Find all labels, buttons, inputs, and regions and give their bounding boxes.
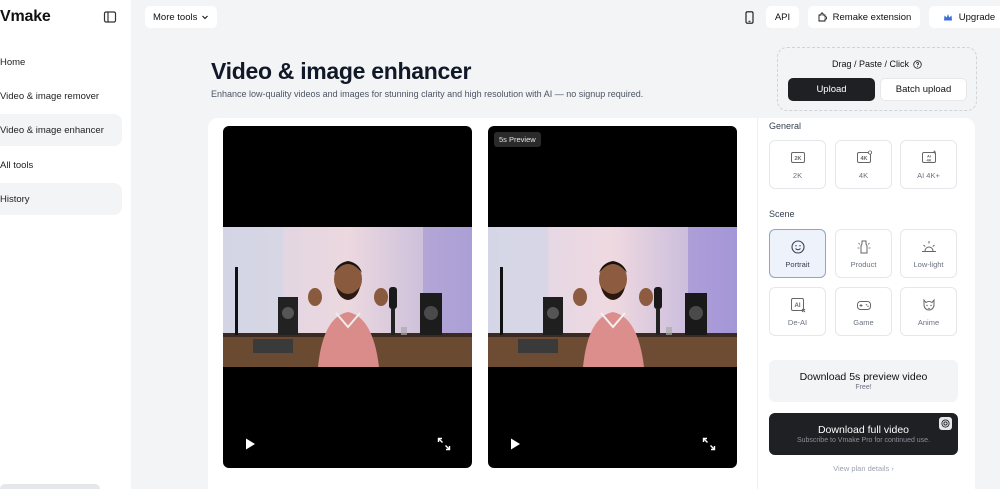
ai-4k-plus-icon: AI4K bbox=[921, 150, 936, 163]
option-low-light[interactable]: Low-light bbox=[900, 229, 957, 278]
sidebar-item-label: Video & image enhancer bbox=[0, 124, 104, 136]
puzzle-icon bbox=[818, 12, 827, 22]
general-section-label: General bbox=[769, 121, 802, 131]
remake-extension-label: Remake extension bbox=[832, 11, 912, 23]
option-portrait[interactable]: Portrait bbox=[769, 229, 826, 278]
chevron-down-icon bbox=[202, 15, 209, 20]
svg-text:AI: AI bbox=[794, 303, 800, 309]
upgrade-label: Upgrade bbox=[958, 11, 996, 23]
sidebar-item-label: History bbox=[0, 193, 30, 205]
original-video-player[interactable] bbox=[223, 126, 472, 468]
phone-icon bbox=[744, 10, 754, 24]
video-frame bbox=[488, 227, 737, 367]
download-preview-title: Download 5s preview video bbox=[799, 371, 928, 383]
option-label: Game bbox=[853, 317, 874, 327]
download-full-button[interactable]: Download full video Subscribe to Vmake P… bbox=[769, 413, 958, 455]
sidebar-item-home[interactable]: Home bbox=[0, 46, 122, 78]
4k-icon: 4K bbox=[856, 149, 872, 163]
mobile-app-button[interactable] bbox=[739, 6, 759, 28]
sidebar-item-enhancer[interactable]: Video & image enhancer bbox=[0, 114, 122, 146]
expand-icon[interactable] bbox=[702, 437, 716, 451]
option-2k[interactable]: 2K 2K bbox=[769, 140, 826, 189]
logo[interactable]: Vmake bbox=[0, 8, 51, 26]
api-label: API bbox=[774, 11, 791, 23]
option-label: 2K bbox=[792, 170, 803, 180]
more-tools-dropdown[interactable]: More tools bbox=[145, 6, 218, 28]
upload-hint-text: Drag / Paste / Click bbox=[831, 59, 910, 69]
page-subtitle: Enhance low-quality videos and images fo… bbox=[211, 89, 644, 99]
smiley-face-icon bbox=[790, 239, 805, 254]
more-tools-label: More tools bbox=[153, 11, 198, 23]
sidebar-item-label: All tools bbox=[0, 159, 34, 171]
api-button[interactable]: API bbox=[766, 6, 799, 28]
option-label: Product bbox=[850, 259, 877, 269]
upload-dropzone[interactable]: Drag / Paste / Click Upload Batch upload bbox=[777, 47, 977, 111]
option-anime[interactable]: Anime bbox=[900, 287, 957, 336]
pro-badge-icon bbox=[939, 417, 952, 430]
bottom-edge bbox=[0, 484, 100, 489]
download-preview-button[interactable]: Download 5s preview video Free! bbox=[769, 360, 958, 402]
upgrade-button[interactable]: Upgrade bbox=[929, 6, 1000, 28]
sidebar-item-label: Video & image remover bbox=[0, 90, 100, 102]
video-frame bbox=[223, 227, 472, 367]
upload-hint: Drag / Paste / Click bbox=[778, 59, 976, 69]
de-ai-icon: AI bbox=[790, 297, 805, 312]
play-icon[interactable] bbox=[508, 437, 522, 451]
help-icon[interactable] bbox=[913, 59, 922, 69]
page-title: Video & image enhancer bbox=[211, 58, 472, 84]
download-full-subtitle: Subscribe to Vmake Pro for continued use… bbox=[796, 437, 931, 444]
sidebar-item-history[interactable]: History bbox=[0, 183, 122, 215]
sidebar-item-all-tools[interactable]: All tools bbox=[0, 149, 122, 181]
batch-upload-button[interactable]: Batch upload bbox=[880, 78, 967, 101]
option-de-ai[interactable]: AI De-AI bbox=[769, 287, 826, 336]
remake-extension-button[interactable]: Remake extension bbox=[808, 6, 920, 28]
svg-text:4K: 4K bbox=[926, 157, 931, 162]
sidebar: Vmake Home Video & image remover Video &… bbox=[0, 0, 131, 489]
enhanced-preview-player[interactable]: 5s Preview bbox=[488, 126, 737, 468]
option-product[interactable]: Product bbox=[835, 229, 892, 278]
view-plan-details-link[interactable]: View plan details › bbox=[769, 464, 958, 473]
upload-button[interactable]: Upload bbox=[788, 78, 875, 101]
scene-section-label: Scene bbox=[769, 209, 795, 219]
download-preview-subtitle: Free! bbox=[855, 384, 872, 391]
sidebar-item-remover[interactable]: Video & image remover bbox=[0, 80, 122, 112]
option-label: 4K bbox=[858, 170, 869, 180]
download-full-title: Download full video bbox=[817, 424, 910, 436]
2k-icon: 2K bbox=[790, 151, 805, 163]
anime-face-icon bbox=[923, 298, 934, 310]
option-ai-4k-plus[interactable]: AI 4K AI 4K+ bbox=[900, 140, 957, 189]
play-icon[interactable] bbox=[243, 437, 257, 451]
svg-text:4K: 4K bbox=[860, 156, 867, 162]
option-label: De-AI bbox=[787, 317, 808, 327]
crown-icon bbox=[943, 13, 952, 20]
gamepad-icon bbox=[856, 300, 871, 310]
panel-divider bbox=[757, 118, 758, 489]
option-game[interactable]: Game bbox=[835, 287, 892, 336]
sidebar-toggle-icon[interactable] bbox=[103, 10, 117, 24]
svg-text:2K: 2K bbox=[794, 156, 801, 162]
product-icon bbox=[857, 240, 870, 253]
option-4k[interactable]: 4K 4K bbox=[835, 140, 892, 189]
option-label: Low-light bbox=[913, 259, 944, 269]
sunrise-icon bbox=[921, 240, 936, 252]
option-label: Anime bbox=[917, 317, 940, 327]
expand-icon[interactable] bbox=[437, 437, 451, 451]
sidebar-item-label: Home bbox=[0, 56, 26, 68]
preview-badge: 5s Preview bbox=[494, 132, 541, 147]
option-label: AI 4K+ bbox=[917, 170, 940, 180]
option-label: Portrait bbox=[785, 259, 810, 269]
